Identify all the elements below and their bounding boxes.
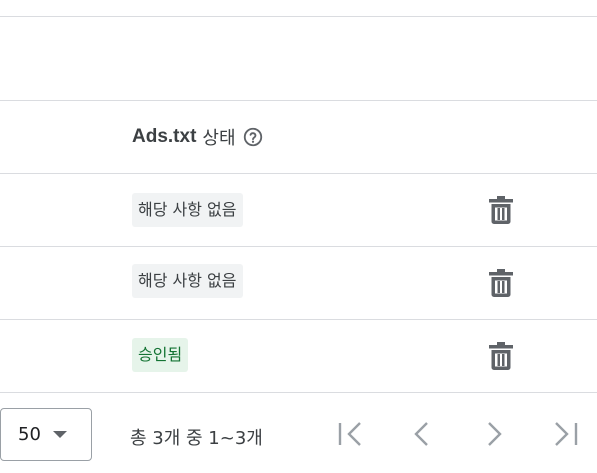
caret-down-icon xyxy=(52,431,67,438)
first-page-icon[interactable] xyxy=(335,419,365,449)
column-header-ads-txt-status[interactable]: Ads.txt 상태 xyxy=(132,124,264,150)
table-row: 승인됨 xyxy=(0,320,597,392)
divider xyxy=(0,16,597,17)
column-header-label-bold: Ads.txt xyxy=(132,126,197,147)
rows-per-page-select[interactable]: 50 xyxy=(0,408,92,461)
trash-icon[interactable] xyxy=(488,195,514,225)
trash-icon[interactable] xyxy=(488,341,514,371)
divider xyxy=(0,100,597,101)
table-row: 해당 사항 없음 xyxy=(0,247,597,319)
chevron-right-icon[interactable] xyxy=(479,419,509,449)
last-page-icon[interactable] xyxy=(551,419,581,449)
chevron-left-icon[interactable] xyxy=(407,419,437,449)
status-badge: 해당 사항 없음 xyxy=(132,264,243,298)
status-badge: 해당 사항 없음 xyxy=(132,193,243,227)
table-row: 해당 사항 없음 xyxy=(0,174,597,246)
column-header-label: 상태 xyxy=(202,128,236,149)
help-circle-icon[interactable] xyxy=(242,126,264,148)
trash-icon[interactable] xyxy=(488,268,514,298)
pagination-range: 총 3개 중 1~3개 xyxy=(130,428,263,449)
rows-per-page-value: 50 xyxy=(18,424,41,445)
ads-txt-table-view: Ads.txt 상태 해당 사항 없음 해당 사항 없음 승인됨 50 총 3개… xyxy=(0,0,597,473)
divider xyxy=(0,392,597,393)
status-badge: 승인됨 xyxy=(132,338,189,372)
